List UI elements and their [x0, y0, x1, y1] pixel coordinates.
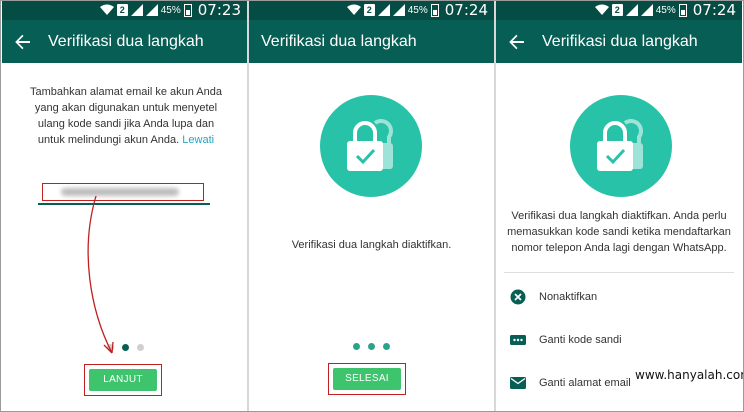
watermark-text: www.hanyalah.com [635, 368, 744, 382]
menu-change-password-label: Ganti kode sandi [539, 334, 622, 346]
lock-check-icon [347, 119, 393, 171]
battery-icon [183, 3, 192, 17]
screen-enabled: 2 45% 07:24 Verifikasi dua langkah Verif… [249, 0, 494, 412]
page-dot-2 [122, 344, 129, 351]
lock-illustration [570, 95, 672, 197]
battery-percent: 45% [655, 4, 676, 16]
status-bar: 2 45% 07:24 [249, 0, 494, 20]
status-icons: 2 45% 07:23 [99, 0, 241, 20]
email-field-underline [38, 203, 210, 205]
menu-change-email-label: Ganti alamat email [539, 377, 631, 389]
lock-illustration [320, 95, 422, 197]
signal-icon [625, 4, 638, 16]
screen-add-email: 2 45% 07:23 Verifikasi dua langkah Tamba… [2, 0, 247, 412]
menu-disable[interactable]: Nonaktifkan [510, 289, 597, 305]
page-title: Verifikasi dua langkah [48, 32, 204, 50]
status-icons: 2 45% 07:24 [594, 0, 736, 20]
sim-badge: 2 [611, 4, 623, 16]
page-dot-3 [383, 343, 390, 350]
next-button[interactable]: LANJUT [89, 369, 157, 391]
menu-disable-label: Nonaktifkan [539, 291, 598, 303]
back-arrow-icon[interactable] [14, 33, 32, 51]
email-icon [510, 377, 526, 389]
battery-icon [430, 3, 439, 17]
done-button-highlight: SELESAI [328, 363, 406, 395]
page-dot-1 [353, 343, 360, 350]
wifi-icon [594, 4, 609, 15]
page-title: Verifikasi dua langkah [261, 32, 417, 50]
status-time: 07:24 [444, 1, 488, 19]
signal-2-icon [640, 4, 653, 16]
wifi-icon [346, 4, 361, 15]
enabled-message: Verifikasi dua langkah diaktifkan. Anda … [507, 210, 731, 254]
instruction-text: Tambahkan alamat email ke akun Anda yang… [24, 84, 228, 148]
screen-settings: 2 45% 07:24 Verifikasi dua langkah Verif… [496, 0, 742, 412]
page-dot-3 [137, 344, 144, 351]
password-icon [510, 335, 526, 345]
app-bar: Verifikasi dua langkah [249, 20, 494, 63]
status-bar: 2 45% 07:24 [496, 0, 742, 20]
lock-check-icon [597, 119, 643, 171]
enabled-message: Verifikasi dua langkah diaktifkan. [291, 239, 452, 251]
status-time: 07:23 [197, 1, 241, 19]
signal-icon [130, 4, 143, 16]
disable-icon [510, 289, 526, 305]
sim-badge: 2 [363, 4, 375, 16]
page-indicator [107, 344, 144, 351]
battery-icon [678, 3, 687, 17]
battery-percent: 45% [407, 4, 428, 16]
page-indicator [353, 343, 390, 350]
skip-link[interactable]: Lewati [182, 134, 214, 146]
status-time: 07:24 [692, 1, 736, 19]
status-bar: 2 45% 07:23 [2, 0, 247, 20]
page-dot-2 [368, 343, 375, 350]
sim-badge: 2 [116, 4, 128, 16]
menu-change-password[interactable]: Ganti kode sandi [510, 332, 622, 348]
app-bar: Verifikasi dua langkah [2, 20, 247, 63]
status-icons: 2 45% 07:24 [346, 0, 488, 20]
battery-percent: 45% [160, 4, 181, 16]
page-title: Verifikasi dua langkah [542, 32, 698, 50]
signal-2-icon [145, 4, 158, 16]
email-value-blurred [61, 188, 179, 197]
email-field[interactable] [42, 183, 204, 201]
back-arrow-icon[interactable] [508, 33, 526, 51]
signal-icon [377, 4, 390, 16]
page-dot-1 [107, 344, 114, 351]
section-divider [504, 272, 734, 273]
app-bar: Verifikasi dua langkah [496, 20, 742, 63]
done-button[interactable]: SELESAI [333, 368, 401, 390]
wifi-icon [99, 4, 114, 15]
menu-change-email[interactable]: Ganti alamat email [510, 375, 631, 391]
signal-2-icon [392, 4, 405, 16]
next-button-highlight: LANJUT [84, 364, 162, 396]
